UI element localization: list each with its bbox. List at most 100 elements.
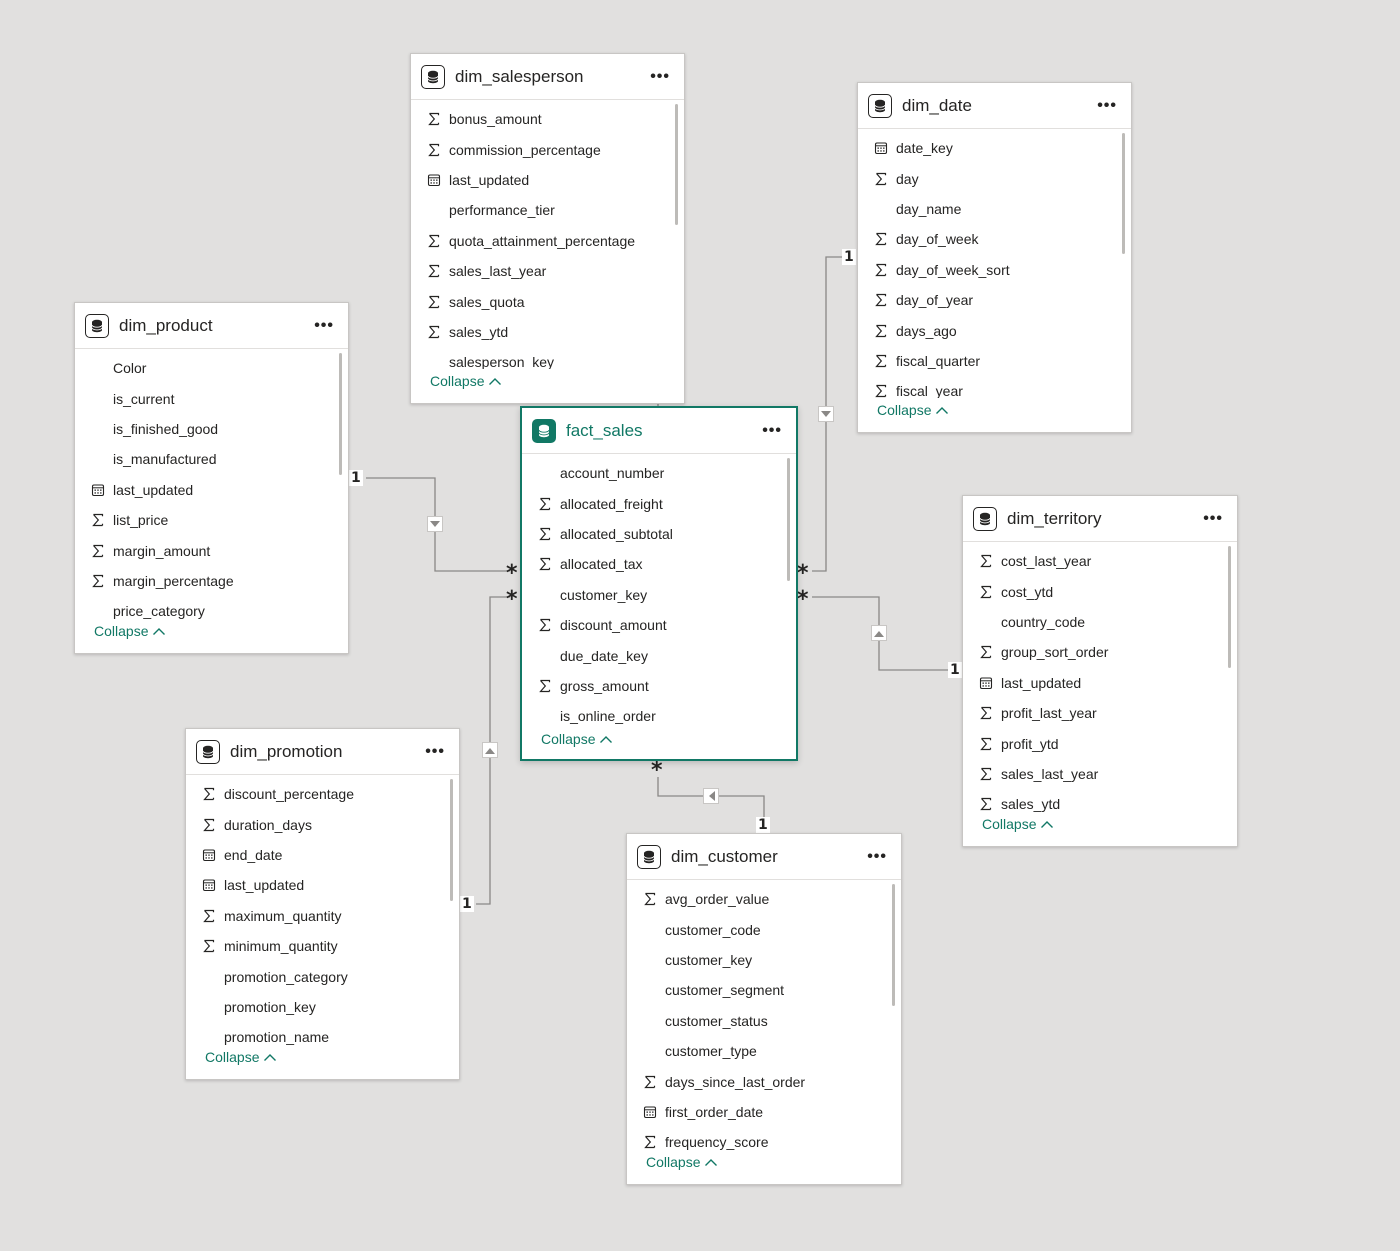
field-row[interactable]: promotion_category [186,961,459,991]
field-row[interactable]: allocated_freight [522,488,796,518]
table-card-fact-sales[interactable]: fact_sales ••• account_number allocated_fre… [520,406,798,761]
field-row[interactable]: sales_last_year [963,759,1237,789]
field-row[interactable]: quota_attainment_percentage [411,226,684,256]
table-card-dim-territory[interactable]: dim_territory ••• cost_last_year cost_ytd co… [962,495,1238,847]
more-options-icon[interactable]: ••• [1199,510,1227,526]
field-row[interactable]: duration_days [186,809,459,839]
scrollbar[interactable] [892,884,895,1006]
more-options-icon[interactable]: ••• [310,317,338,333]
field-row[interactable]: last_updated [75,475,348,505]
field-row[interactable]: profit_ytd [963,728,1237,758]
field-row[interactable]: Color [75,353,348,383]
collapse-button[interactable]: Collapse [646,1154,718,1170]
card-header[interactable]: dim_product ••• [75,303,348,349]
field-row[interactable]: margin_percentage [75,566,348,596]
table-card-dim-promotion[interactable]: dim_promotion ••• discount_percentage durat… [185,728,460,1080]
field-row[interactable]: is_finished_good [75,414,348,444]
more-options-icon[interactable]: ••• [863,848,891,864]
field-row[interactable]: allocated_subtotal [522,519,796,549]
card-header[interactable]: dim_customer ••• [627,834,901,880]
field-row[interactable]: due_date_key [522,640,796,670]
table-card-dim-date[interactable]: dim_date ••• date_key day day_name day_of_wee… [857,82,1132,433]
field-row[interactable]: promotion_name [186,1022,459,1045]
filter-direction-up-icon[interactable] [871,625,887,641]
field-row[interactable]: day_of_week [858,224,1131,254]
field-row[interactable]: end_date [186,840,459,870]
field-row[interactable]: days_ago [858,315,1131,345]
field-row[interactable]: sales_last_year [411,256,684,286]
collapse-button[interactable]: Collapse [430,373,502,389]
field-row[interactable]: group_sort_order [963,637,1237,667]
filter-direction-left-icon[interactable] [703,788,719,804]
collapse-button[interactable]: Collapse [205,1049,277,1065]
filter-direction-down-icon[interactable] [818,406,834,422]
field-row[interactable]: date_key [858,133,1131,163]
field-row[interactable]: allocated_tax [522,549,796,579]
field-row[interactable]: day [858,163,1131,193]
field-row[interactable]: profit_last_year [963,698,1237,728]
scrollbar[interactable] [339,353,342,475]
field-row[interactable]: cost_last_year [963,546,1237,576]
field-row[interactable]: frequency_score [627,1127,901,1150]
card-header[interactable]: dim_promotion ••• [186,729,459,775]
field-row[interactable]: is_online_order [522,701,796,727]
field-row[interactable]: last_updated [411,165,684,195]
field-list[interactable]: avg_order_value customer_code customer_key… [627,880,901,1150]
field-row[interactable]: customer_segment [627,975,901,1005]
table-card-dim-customer[interactable]: dim_customer ••• avg_order_value customer_c… [626,833,902,1185]
collapse-button[interactable]: Collapse [541,731,613,747]
card-header[interactable]: dim_salesperson ••• [411,54,684,100]
scrollbar[interactable] [1122,133,1125,254]
table-card-dim-product[interactable]: dim_product ••• Color is_current is_finished… [74,302,349,654]
field-row[interactable]: list_price [75,505,348,535]
card-header[interactable]: dim_territory ••• [963,496,1237,542]
more-options-icon[interactable]: ••• [1093,97,1121,113]
scrollbar[interactable] [1228,546,1231,668]
field-row[interactable]: country_code [963,607,1237,637]
field-row[interactable]: last_updated [963,668,1237,698]
field-row[interactable]: commission_percentage [411,134,684,164]
table-card-dim-salesperson[interactable]: dim_salesperson ••• bonus_amount commission… [410,53,685,404]
field-row[interactable]: customer_code [627,914,901,944]
field-row[interactable]: avg_order_value [627,884,901,914]
more-options-icon[interactable]: ••• [758,422,786,438]
field-row[interactable]: fiscal_year [858,376,1131,398]
scrollbar[interactable] [675,104,678,225]
field-list[interactable]: Color is_current is_finished_good is_manufa… [75,349,348,619]
field-row[interactable]: account_number [522,458,796,488]
field-row[interactable]: first_order_date [627,1097,901,1127]
scrollbar[interactable] [787,458,790,581]
filter-direction-down-icon[interactable] [427,516,443,532]
field-row[interactable]: customer_key [627,945,901,975]
field-row[interactable]: performance_tier [411,195,684,225]
field-row[interactable]: days_since_last_order [627,1066,901,1096]
scrollbar[interactable] [450,779,453,901]
field-row[interactable]: customer_key [522,580,796,610]
card-header[interactable]: dim_date ••• [858,83,1131,129]
field-row[interactable]: margin_amount [75,535,348,565]
field-row[interactable]: last_updated [186,870,459,900]
collapse-button[interactable]: Collapse [877,402,949,418]
field-row[interactable]: is_current [75,383,348,413]
field-list[interactable]: discount_percentage duration_days end_date… [186,775,459,1045]
field-row[interactable]: is_manufactured [75,444,348,474]
field-list[interactable]: cost_last_year cost_ytd country_code group_… [963,542,1237,812]
field-row[interactable]: customer_type [627,1036,901,1066]
field-row[interactable]: day_of_week_sort [858,255,1131,285]
field-row[interactable]: day_name [858,194,1131,224]
field-row[interactable]: customer_status [627,1006,901,1036]
field-row[interactable]: discount_percentage [186,779,459,809]
field-row[interactable]: salesperson_key [411,347,684,369]
card-header[interactable]: fact_sales ••• [522,408,796,454]
field-row[interactable]: fiscal_quarter [858,346,1131,376]
field-row[interactable]: gross_amount [522,671,796,701]
field-row[interactable]: discount_amount [522,610,796,640]
field-row[interactable]: minimum_quantity [186,931,459,961]
field-row[interactable]: sales_quota [411,286,684,316]
field-list[interactable]: account_number allocated_freight allocated… [522,454,796,727]
collapse-button[interactable]: Collapse [94,623,166,639]
collapse-button[interactable]: Collapse [982,816,1054,832]
field-row[interactable]: day_of_year [858,285,1131,315]
field-row[interactable]: cost_ytd [963,576,1237,606]
field-row[interactable]: bonus_amount [411,104,684,134]
